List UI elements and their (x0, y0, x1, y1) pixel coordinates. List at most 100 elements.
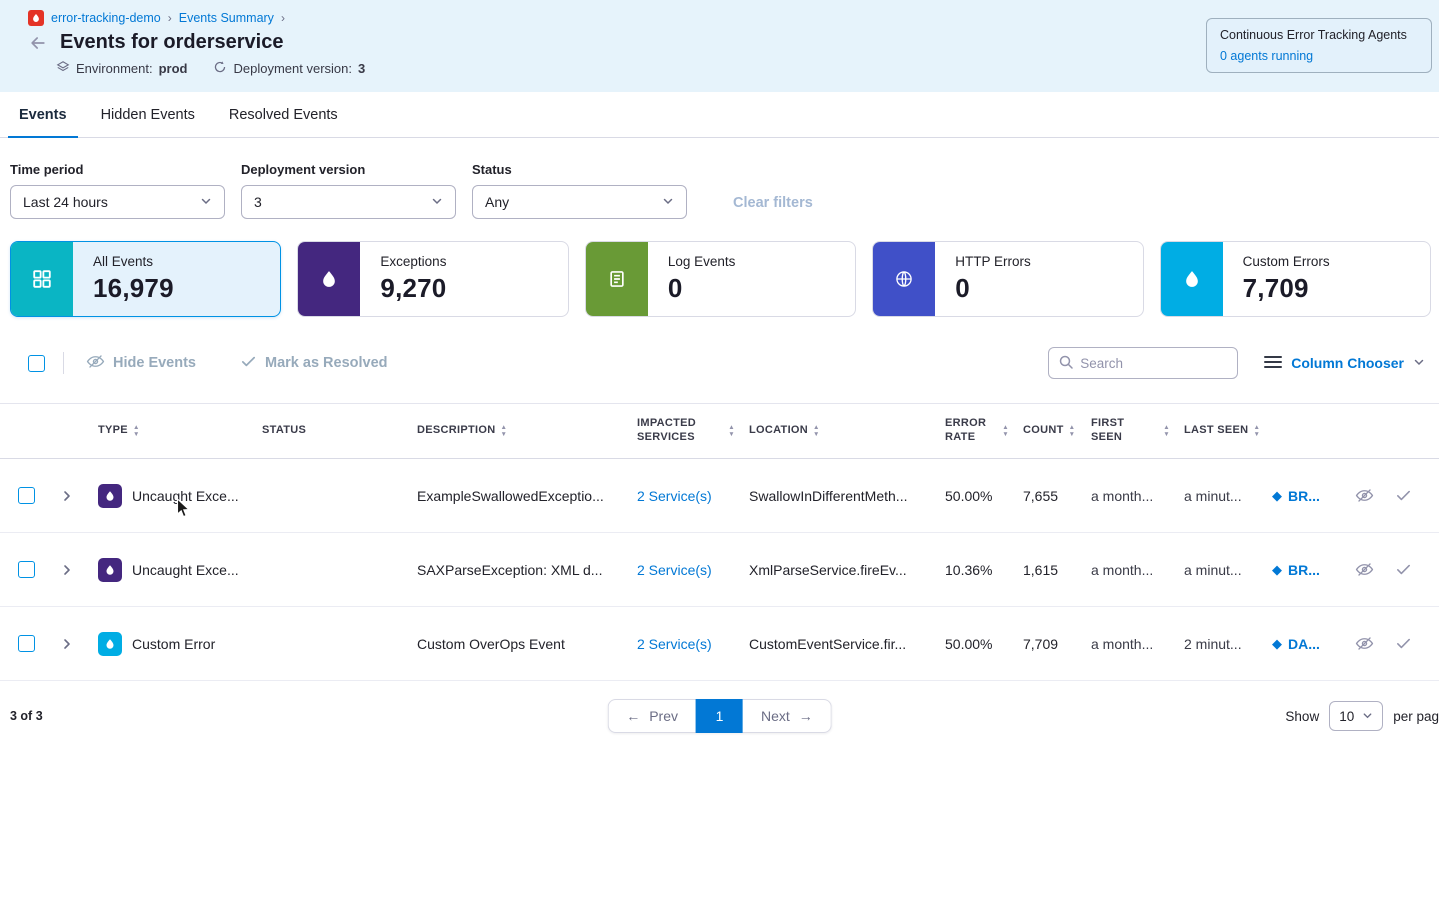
sort-icon[interactable]: ▲▼ (813, 425, 820, 438)
event-description: ExampleSwallowedExceptio... (413, 488, 633, 504)
show-label: Show (1285, 709, 1319, 724)
eye-slash-icon (86, 352, 105, 375)
status-select[interactable]: Any (472, 185, 687, 219)
resolve-event-icon[interactable] (1395, 487, 1412, 504)
impacted-services-link[interactable]: 2 Service(s) (637, 636, 712, 652)
last-seen: a minut... (1180, 488, 1272, 504)
chevron-right-icon: › (168, 11, 172, 25)
hide-events-button[interactable]: Hide Events (86, 352, 196, 375)
diamond-icon: ◆ (1272, 637, 1282, 650)
sort-icon[interactable]: ▲▼ (1163, 425, 1170, 438)
card-label: HTTP Errors (955, 254, 1031, 269)
event-location: SwallowInDifferentMeth... (745, 488, 941, 504)
first-seen: a month... (1087, 562, 1180, 578)
resolve-event-icon[interactable] (1395, 635, 1412, 652)
row-checkbox[interactable] (18, 487, 35, 504)
flame-icon (1161, 242, 1223, 316)
kebab-menu-icon[interactable]: ⋮ (1433, 487, 1439, 505)
search-input[interactable] (1080, 356, 1227, 371)
kebab-menu-icon[interactable]: ⋮ (1433, 561, 1439, 579)
hide-event-icon[interactable] (1355, 634, 1374, 653)
pagination-summary: 3 of 3 (10, 709, 43, 723)
card-all-events[interactable]: All Events 16,979 (10, 241, 281, 317)
row-expand-chevron-icon[interactable] (48, 638, 94, 650)
card-log-events[interactable]: Log Events 0 (585, 241, 856, 317)
column-header-last-seen[interactable]: LAST SEEN▲▼ (1180, 424, 1272, 438)
row-checkbox[interactable] (18, 635, 35, 652)
column-header-status[interactable]: STATUS (258, 424, 413, 438)
back-arrow-icon[interactable] (28, 33, 48, 53)
breadcrumb-events-summary-link[interactable]: Events Summary (179, 11, 274, 25)
tab-events[interactable]: Events (2, 92, 84, 137)
sort-icon[interactable]: ▲▼ (1253, 425, 1260, 438)
event-location: XmlParseService.fireEv... (745, 562, 941, 578)
clear-filters-button[interactable]: Clear filters (733, 195, 813, 211)
kebab-menu-icon[interactable]: ⋮ (1433, 635, 1439, 653)
impacted-services-link[interactable]: 2 Service(s) (637, 562, 712, 578)
arrow-right-icon: → (799, 708, 813, 724)
select-all-checkbox[interactable] (28, 355, 45, 372)
hide-event-icon[interactable] (1355, 560, 1374, 579)
next-page-button[interactable]: Next → (743, 699, 832, 733)
sort-icon[interactable]: ▲▼ (1069, 425, 1076, 438)
column-header-first-seen[interactable]: FIRST SEEN▲▼ (1087, 417, 1180, 445)
pipeline-link[interactable]: ◆BR... (1272, 562, 1320, 578)
card-label: Log Events (668, 254, 736, 269)
event-type: Uncaught Exce... (132, 562, 239, 578)
card-value: 9,270 (380, 273, 446, 304)
chevron-down-icon (662, 194, 674, 210)
card-value: 16,979 (93, 273, 174, 304)
column-header-impacted-services[interactable]: IMPACTED SERVICES▲▼ (633, 417, 745, 445)
status-filter-label: Status (472, 162, 687, 177)
row-checkbox[interactable] (18, 561, 35, 578)
error-rate: 50.00% (941, 488, 1019, 504)
mark-resolved-button[interactable]: Mark as Resolved (240, 353, 388, 374)
page-size-select[interactable]: 10 (1329, 701, 1383, 731)
impacted-services-link[interactable]: 2 Service(s) (637, 488, 712, 504)
deployment-version-info: Deployment version: 3 (213, 60, 365, 77)
breadcrumb-project-link[interactable]: error-tracking-demo (51, 11, 161, 25)
agents-running-link[interactable]: 0 agents running (1220, 49, 1313, 63)
row-expand-chevron-icon[interactable] (48, 564, 94, 576)
table-row: Uncaught Exce... SAXParseException: XML … (0, 533, 1439, 607)
sort-icon[interactable]: ▲▼ (500, 425, 507, 438)
sort-icon[interactable]: ▲▼ (133, 425, 140, 438)
deployment-version-select[interactable]: 3 (241, 185, 456, 219)
chevron-down-icon (1413, 355, 1425, 371)
column-header-description[interactable]: DESCRIPTION▲▼ (413, 424, 633, 438)
card-custom-errors[interactable]: Custom Errors 7,709 (1160, 241, 1431, 317)
sort-icon[interactable]: ▲▼ (728, 425, 735, 438)
custom-error-flame-icon (98, 632, 122, 656)
column-header-location[interactable]: LOCATION▲▼ (745, 424, 941, 438)
per-page-label: per pag (1393, 709, 1439, 724)
row-expand-chevron-icon[interactable] (48, 490, 94, 502)
sort-icon[interactable]: ▲▼ (1002, 425, 1009, 438)
pipeline-link[interactable]: ◆BR... (1272, 488, 1320, 504)
diamond-icon: ◆ (1272, 563, 1282, 576)
column-header-error-rate[interactable]: ERROR RATE▲▼ (941, 417, 1019, 445)
search-icon (1059, 355, 1073, 372)
card-label: All Events (93, 254, 174, 269)
column-chooser-button[interactable]: Column Chooser (1264, 355, 1425, 372)
page-title: Events for orderservice (60, 31, 283, 54)
card-http-errors[interactable]: HTTP Errors 0 (872, 241, 1143, 317)
first-seen: a month... (1087, 636, 1180, 652)
resolve-event-icon[interactable] (1395, 561, 1412, 578)
search-box (1048, 347, 1238, 379)
first-seen: a month... (1087, 488, 1180, 504)
hide-event-icon[interactable] (1355, 486, 1374, 505)
error-tracking-logo-icon (28, 10, 44, 26)
column-header-type[interactable]: TYPE▲▼ (94, 424, 258, 438)
pipeline-link[interactable]: ◆DA... (1272, 636, 1320, 652)
tab-hidden-events[interactable]: Hidden Events (84, 92, 212, 137)
page-1-button[interactable]: 1 (696, 699, 743, 733)
environment-info: Environment: prod (56, 60, 187, 77)
deployment-version-value: 3 (358, 61, 365, 76)
prev-page-button[interactable]: ← Prev (607, 699, 696, 733)
tab-resolved-events[interactable]: Resolved Events (212, 92, 355, 137)
card-exceptions[interactable]: Exceptions 9,270 (297, 241, 568, 317)
column-header-count[interactable]: COUNT▲▼ (1019, 424, 1087, 438)
deployment-version-label: Deployment version: (233, 61, 352, 76)
document-icon (586, 242, 648, 316)
time-period-select[interactable]: Last 24 hours (10, 185, 225, 219)
